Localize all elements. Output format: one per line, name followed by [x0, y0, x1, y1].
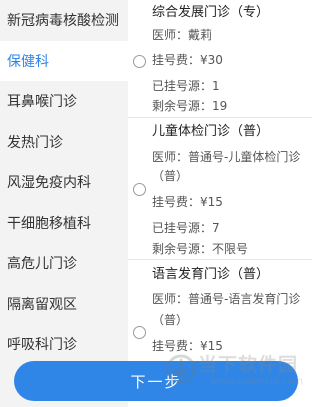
sidebar-item-label: 干细胞移植科: [7, 215, 91, 232]
clinic-name: 语言发育门诊（普）: [152, 267, 270, 282]
clinic-fee: 挂号费：¥15: [152, 195, 223, 209]
sidebar-item-ent[interactable]: 耳鼻喉门诊: [0, 81, 128, 122]
next-step-label: 下一步: [130, 372, 182, 391]
clinic-doctor: 医师：戴莉: [152, 28, 213, 42]
sidebar-item-rheumatology[interactable]: 风湿免疫内科: [0, 162, 128, 203]
clinic-name: 儿童体检门诊（普）: [152, 124, 270, 139]
clinic-registered: 已挂号源：7: [152, 221, 220, 235]
clinic-doctor-cont: （普）: [152, 313, 189, 327]
sidebar-item-label: 发热门诊: [7, 134, 63, 151]
clinic-doctor: 医师：普通号-语言发育门诊: [152, 292, 301, 306]
sidebar-item-respiratory[interactable]: 呼吸科门诊: [0, 324, 128, 365]
sidebar-item-isolation[interactable]: 隔离留观区: [0, 284, 128, 325]
clinic-fee: 挂号费：¥15: [152, 339, 223, 353]
clinic-doctor-cont: （普）: [152, 169, 189, 183]
radio-unselected-icon[interactable]: [133, 183, 146, 196]
registration-screen: 新冠病毒核酸检测 保健科 耳鼻喉门诊 发热门诊 风湿免疫内科 干细胞移植科 高危…: [0, 0, 312, 407]
clinic-name: 综合发展门诊（专）: [152, 5, 270, 20]
sidebar-item-label: 耳鼻喉门诊: [7, 94, 77, 111]
clinic-doctor: 医师：普通号-儿童体检门诊: [152, 150, 301, 164]
sidebar-item-label: 隔离留观区: [7, 296, 77, 313]
sidebar-item-high-risk-child[interactable]: 高危儿门诊: [0, 243, 128, 284]
radio-unselected-icon[interactable]: [133, 326, 146, 339]
sidebar-item-fever-clinic[interactable]: 发热门诊: [0, 122, 128, 163]
sidebar-item-health-care[interactable]: 保健科: [0, 40, 128, 81]
clinic-fee: 挂号费：¥30: [152, 53, 223, 67]
sidebar-item-label: 保健科: [7, 53, 49, 70]
clinic-remaining: 剩余号源：不限号: [152, 242, 249, 256]
sidebar-item-label: 呼吸科门诊: [7, 337, 77, 354]
sidebar-item-label: 风湿免疫内科: [7, 175, 91, 192]
clinic-item[interactable]: 综合发展门诊（专） 医师：戴莉 挂号费：¥30 已挂号源：1 剩余号源：19: [128, 0, 312, 118]
department-sidebar: 新冠病毒核酸检测 保健科 耳鼻喉门诊 发热门诊 风湿免疫内科 干细胞移植科 高危…: [0, 0, 128, 407]
radio-unselected-icon[interactable]: [133, 55, 146, 68]
clinic-registered: 已挂号源：1: [152, 79, 220, 93]
next-step-button[interactable]: 下一步: [14, 361, 298, 401]
sidebar-item-covid-test[interactable]: 新冠病毒核酸检测: [0, 0, 128, 41]
sidebar-item-label: 新冠病毒核酸检测: [7, 13, 119, 30]
clinic-list: 综合发展门诊（专） 医师：戴莉 挂号费：¥30 已挂号源：1 剩余号源：19 儿…: [128, 0, 312, 407]
sidebar-item-label: 高危儿门诊: [7, 256, 77, 273]
clinic-item[interactable]: 儿童体检门诊（普） 医师：普通号-儿童体检门诊 （普） 挂号费：¥15 已挂号源…: [128, 118, 312, 260]
clinic-remaining: 剩余号源：19: [152, 99, 228, 113]
sidebar-item-stem-cell[interactable]: 干细胞移植科: [0, 203, 128, 244]
